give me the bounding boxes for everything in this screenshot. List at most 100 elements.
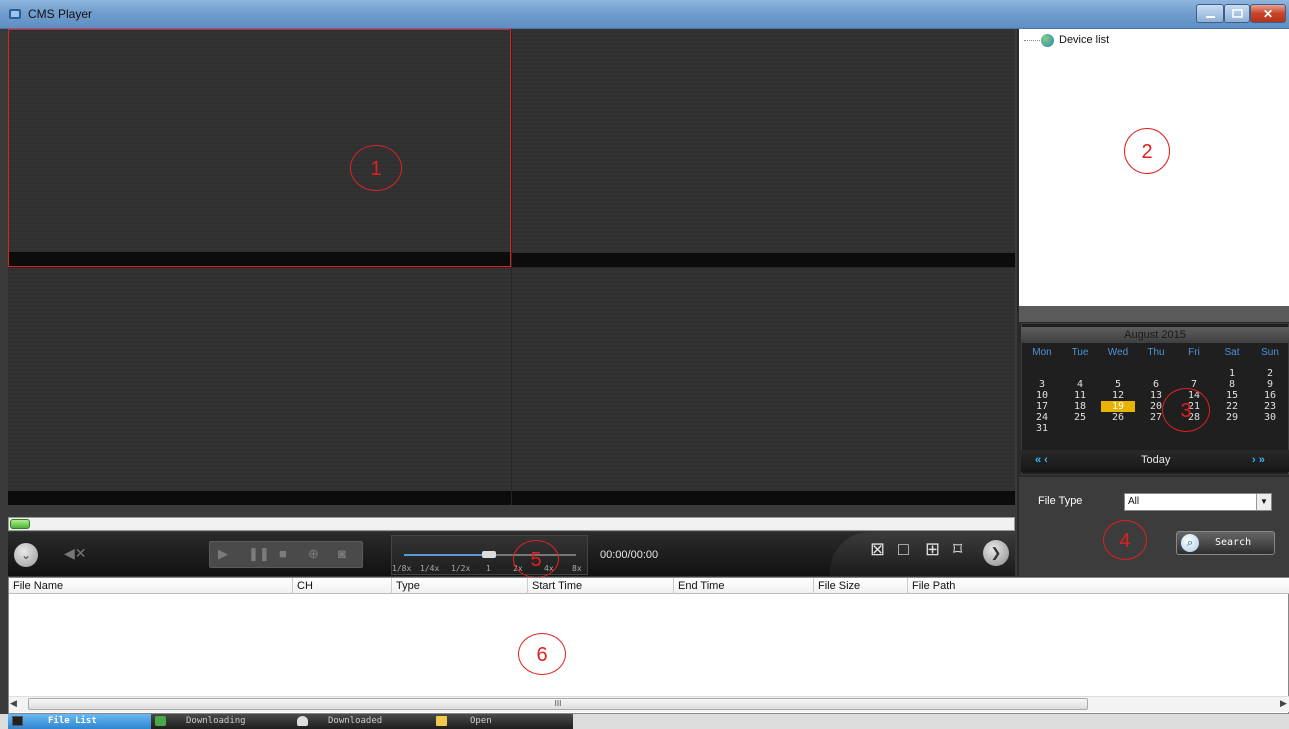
cloud-icon bbox=[297, 716, 308, 726]
speed-label: 1 bbox=[486, 564, 491, 573]
mute-icon[interactable]: ◀✕ bbox=[64, 545, 87, 562]
speed-label: 1/4x bbox=[420, 564, 440, 573]
chevron-right-icon: ❯ bbox=[990, 545, 1002, 560]
time-display: 00:00/00:00 bbox=[600, 549, 659, 561]
calendar-day[interactable]: 11 bbox=[1061, 390, 1099, 401]
minimize-button[interactable] bbox=[1196, 4, 1224, 23]
maximize-button[interactable] bbox=[1224, 4, 1250, 23]
app-logo bbox=[8, 7, 22, 21]
scroll-right-icon[interactable]: ▶ bbox=[1280, 698, 1287, 709]
maximize-icon bbox=[1232, 9, 1243, 18]
calendar-weekday: Fri bbox=[1188, 347, 1200, 358]
calendar-day[interactable]: 24 bbox=[1023, 412, 1061, 423]
window-title: CMS Player bbox=[28, 7, 93, 21]
calendar-today-button[interactable]: Today bbox=[1141, 454, 1170, 466]
single-view-icon[interactable]: □ bbox=[898, 539, 909, 560]
calendar-day[interactable]: 4 bbox=[1061, 379, 1099, 390]
calendar-day[interactable]: 9 bbox=[1251, 379, 1289, 390]
close-all-icon[interactable]: ⊠ bbox=[870, 539, 885, 560]
search-icon: ⌕ bbox=[1181, 534, 1199, 552]
calendar-day[interactable]: 3 bbox=[1023, 379, 1061, 390]
device-list-root[interactable]: Device list bbox=[1059, 34, 1109, 46]
calendar-day[interactable]: 8 bbox=[1213, 379, 1251, 390]
playback-progress-track[interactable] bbox=[8, 517, 1015, 531]
snapshot-icon[interactable]: ◙ bbox=[338, 546, 346, 561]
calendar-day[interactable]: 16 bbox=[1251, 390, 1289, 401]
download-icon bbox=[155, 716, 166, 726]
calendar-day-selected[interactable]: 19 bbox=[1101, 401, 1135, 412]
video-cell-4[interactable] bbox=[512, 268, 1015, 505]
chevron-down-icon[interactable]: ▼ bbox=[1256, 494, 1271, 510]
file-list-table bbox=[8, 577, 1289, 714]
fullscreen-icon[interactable]: ⌑ bbox=[953, 539, 962, 560]
video-cell-status-strip bbox=[9, 252, 510, 266]
calendar-weekday: Thu bbox=[1147, 347, 1165, 358]
speed-label: 1/2x bbox=[451, 564, 471, 573]
column-header-file-path[interactable]: File Path bbox=[908, 578, 1008, 594]
search-panel bbox=[1019, 477, 1289, 576]
calendar-day[interactable]: 30 bbox=[1251, 412, 1289, 423]
calendar-day[interactable]: 2 bbox=[1251, 368, 1289, 379]
annotation-marker-6: 6 bbox=[518, 633, 566, 675]
stop-icon[interactable]: ■ bbox=[279, 546, 287, 561]
annotation-marker-3: 3 bbox=[1162, 388, 1210, 432]
calendar-day[interactable]: 26 bbox=[1099, 412, 1137, 423]
calendar-day[interactable]: 6 bbox=[1137, 379, 1175, 390]
calendar-day[interactable]: 31 bbox=[1023, 423, 1061, 434]
calendar-day[interactable]: 12 bbox=[1099, 390, 1137, 401]
calendar-month-label: August 2015 bbox=[1021, 327, 1289, 343]
calendar-prev-button[interactable]: « ‹ bbox=[1035, 454, 1048, 466]
calendar-day[interactable]: 29 bbox=[1213, 412, 1251, 423]
column-header-file-name[interactable]: File Name bbox=[9, 578, 293, 594]
calendar-day[interactable]: 5 bbox=[1099, 379, 1137, 390]
title-bar bbox=[0, 0, 1289, 29]
column-header-start-time[interactable]: Start Time bbox=[528, 578, 674, 594]
tab-downloading[interactable]: Downloading bbox=[151, 714, 291, 729]
column-header-end-time[interactable]: End Time bbox=[674, 578, 814, 594]
calendar-day[interactable]: 15 bbox=[1213, 390, 1251, 401]
video-cell-2[interactable] bbox=[512, 29, 1015, 267]
tab-file-list[interactable]: File List bbox=[8, 714, 151, 729]
speed-label: 1/8x bbox=[392, 564, 412, 573]
calendar-day[interactable]: 23 bbox=[1251, 401, 1289, 412]
column-header-ch[interactable]: CH bbox=[293, 578, 392, 594]
scrollbar-thumb[interactable]: III bbox=[28, 698, 1088, 710]
tree-connector bbox=[1024, 40, 1040, 41]
annotation-marker-2: 2 bbox=[1124, 128, 1170, 174]
annotation-marker-5: 5 bbox=[513, 540, 559, 578]
video-cell-status-strip bbox=[512, 253, 1015, 267]
video-cell-3[interactable] bbox=[8, 268, 511, 505]
calendar-weekday: Mon bbox=[1032, 347, 1052, 358]
globe-icon bbox=[1041, 34, 1054, 47]
tab-open[interactable]: Open bbox=[432, 714, 573, 729]
column-header-file-size[interactable]: File Size bbox=[814, 578, 908, 594]
speed-label: 8x bbox=[572, 564, 582, 573]
file-type-label: File Type bbox=[1038, 495, 1083, 507]
file-type-select[interactable]: All bbox=[1124, 493, 1272, 511]
calendar-next-button[interactable]: › » bbox=[1252, 454, 1265, 466]
calendar-day[interactable]: 18 bbox=[1061, 401, 1099, 412]
column-header-type[interactable]: Type bbox=[392, 578, 528, 594]
calendar-day[interactable]: 25 bbox=[1061, 412, 1099, 423]
playback-progress-handle[interactable] bbox=[10, 519, 30, 529]
speed-slider-thumb[interactable] bbox=[482, 551, 496, 558]
tab-downloaded[interactable]: Downloaded bbox=[291, 714, 432, 729]
pause-icon[interactable]: ❚❚ bbox=[248, 546, 270, 562]
scroll-left-icon[interactable]: ◀ bbox=[10, 698, 17, 709]
video-cell-status-strip bbox=[8, 491, 511, 505]
close-button[interactable]: ✕ bbox=[1250, 4, 1286, 23]
video-cell-1[interactable] bbox=[8, 29, 511, 267]
video-cell-status-strip bbox=[512, 491, 1015, 505]
expand-button[interactable]: ⌄ bbox=[14, 543, 38, 567]
calendar-weekday: Sun bbox=[1261, 347, 1279, 358]
play-icon[interactable]: ▶ bbox=[218, 546, 228, 562]
quad-view-icon[interactable]: ⊞ bbox=[925, 539, 940, 560]
next-page-button[interactable]: ❯ bbox=[983, 540, 1009, 566]
calendar-day[interactable]: 22 bbox=[1213, 401, 1251, 412]
zoom-icon[interactable]: ⊕ bbox=[308, 546, 319, 562]
calendar-day[interactable]: 1 bbox=[1213, 368, 1251, 379]
panel-divider bbox=[1019, 306, 1289, 322]
chevron-down-icon: ⌄ bbox=[20, 548, 32, 562]
calendar-day[interactable]: 10 bbox=[1023, 390, 1061, 401]
calendar-day[interactable]: 17 bbox=[1023, 401, 1061, 412]
